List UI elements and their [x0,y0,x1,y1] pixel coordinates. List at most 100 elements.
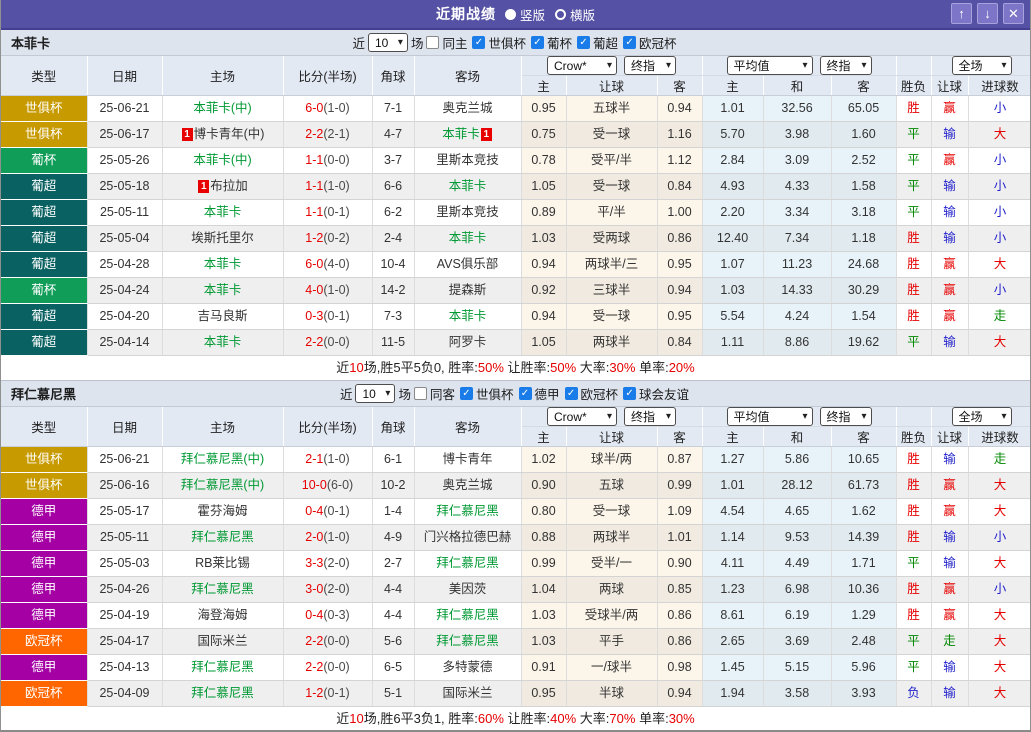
period-select[interactable]: 终指 ▾ [624,407,676,426]
bookmaker-select[interactable]: Crow* ▾ [547,407,617,426]
league-badge: 德甲 [1,654,88,681]
match-row: 葡杯 25-05-26 本菲卡(中) 1-1(0-0) 3-7 里斯本竞技 0.78 受平/半… [1,147,1030,174]
match-row: 德甲 25-04-26 拜仁慕尼黑 3-0(2-0) 4-4 美因茨 1.04 两球 0.85 1… [1,576,1030,603]
crow-away-odds: 0.84 [657,173,703,200]
league-checkbox-球会友谊[interactable]: ✓ [623,387,637,400]
move-down-button[interactable]: ↓ [977,3,998,24]
period-select[interactable]: 终指 ▾ [624,56,676,75]
sub-column-header: 胜负 [896,75,932,96]
league-checkbox-葡超[interactable]: ✓ [577,36,591,49]
home-team-name: 本菲卡 [203,205,242,219]
handicap-result-cell: 赢 [931,147,969,174]
away-team-cell: 里斯本竞技 [414,147,522,174]
corners-cell: 4-4 [372,576,415,603]
column-header: 比分(半场) [283,56,373,96]
home-team-cell: 拜仁慕尼黑(中) [162,472,284,499]
recent-count-select[interactable]: 10 ▾ [367,33,408,52]
home-team-name: 国际米兰 [197,634,248,648]
halftime-score: (0-0) [323,634,350,648]
recent-label: 近 [339,388,353,402]
sub-column-header: 主 [702,426,764,447]
avg-home-odds: 4.93 [702,173,764,200]
select-value: 10 [374,35,389,50]
league-checkbox-世俱杯[interactable]: ✓ [472,36,486,49]
league-checkbox-欧冠杯[interactable]: ✓ [623,36,637,49]
away-team-cell: 拜仁慕尼黑 [414,550,522,577]
score-cell: 1-2(0-1) [283,680,373,707]
match-row: 德甲 25-05-11 拜仁慕尼黑 2-0(1-0) 4-9 门兴格拉德巴赫 0.88 两球半… [1,524,1030,551]
crow-away-odds: 0.87 [657,446,703,473]
match-row: 德甲 25-04-19 海登海姆 0-4(0-3) 4-4 拜仁慕尼黑 1.03 受球半/两 0… [1,602,1030,629]
avg-home-odds: 5.54 [702,303,764,330]
sub-column-header: 和 [763,426,832,447]
goals-result-cell: 大 [968,602,1030,629]
avg-home-odds: 1.45 [702,654,764,681]
avg-draw-odds: 11.23 [763,251,832,278]
outcome-cell: 平 [896,173,932,200]
corners-cell: 6-1 [372,446,415,473]
radio-horizontal[interactable]: 横版 [555,5,595,24]
radio-icon [504,8,516,20]
home-team-cell: 本菲卡 [162,277,284,304]
outcome-cell: 平 [896,654,932,681]
crow-home-odds: 0.75 [521,121,567,148]
corners-cell: 1-4 [372,498,415,525]
league-checkbox-德甲[interactable]: ✓ [518,387,532,400]
move-up-button[interactable]: ↑ [951,3,972,24]
match-row: 葡超 25-04-20 吉马良斯 0-3(0-1) 7-3 本菲卡 0.94 受一球 0.95 5… [1,303,1030,330]
home-team-cell: 拜仁慕尼黑 [162,576,284,603]
period-select-2[interactable]: 终指 ▾ [819,407,872,426]
average-select[interactable]: 平均值 ▾ [726,407,813,426]
crow-away-odds: 1.01 [657,524,703,551]
chevron-down-icon: ▾ [385,388,391,399]
league-checkbox-世俱杯[interactable]: ✓ [459,387,473,400]
match-row: 葡超 25-04-14 本菲卡 2-2(0-0) 11-5 阿罗卡 1.05 两球半 0.84 1… [1,329,1030,356]
crow-home-odds: 0.95 [521,680,567,707]
chevron-down-icon: ▾ [802,411,808,422]
recent-count-select[interactable]: 10 ▾ [355,384,396,403]
avg-home-odds: 1.03 [702,277,764,304]
column-header: 主场 [162,407,284,447]
away-team-name: 奥克兰城 [442,101,493,115]
handicap-line: 受一球 [566,303,658,330]
date-cell: 25-04-14 [87,329,163,356]
league-checkbox-葡杯[interactable]: ✓ [531,36,544,49]
avg-away-odds: 1.60 [831,121,897,148]
average-select[interactable]: 平均值 ▾ [726,56,813,75]
avg-draw-odds: 14.33 [763,277,832,304]
fulltime-select[interactable]: 全场 ▾ [951,56,1012,75]
halftime-score: (1-0) [323,283,350,297]
league-checkbox-欧冠杯[interactable]: ✓ [564,387,578,400]
sub-column-header: 胜负 [896,426,932,447]
crow-away-odds: 0.94 [657,95,703,122]
select-value: 全场 [958,410,983,424]
score-cell: 6-0(1-0) [283,95,373,122]
handicap-result-cell: 输 [931,654,969,681]
avg-draw-odds: 5.15 [763,654,832,681]
avg-away-odds: 3.93 [831,680,897,707]
handicap-result-cell: 赢 [931,277,969,304]
bookmaker-select[interactable]: Crow* ▾ [547,56,617,75]
avg-draw-odds: 3.69 [763,628,832,655]
halftime-score: (0-1) [323,504,350,518]
close-button[interactable]: ✕ [1003,3,1024,24]
home-team-cell: 本菲卡 [162,329,284,356]
same-venue-checkbox[interactable] [426,36,440,49]
handicap-result-cell: 赢 [931,472,969,499]
sections-container: 本菲卡近 10 ▾ 场同主 ✓ 世俱杯 ✓ 葡杯 ✓ 葡超 ✓ 欧冠杯 类型 日期 主场 比分(半场) 角球 客场… [1,30,1030,730]
date-cell: 25-04-19 [87,602,163,629]
fulltime-select[interactable]: 全场 ▾ [951,407,1012,426]
halftime-score: (2-0) [323,556,350,570]
date-cell: 25-05-03 [87,550,163,577]
league-label: 葡超 [593,37,619,51]
home-team-name: 霍芬海姆 [197,504,248,518]
avg-draw-odds: 4.65 [763,498,832,525]
same-venue-checkbox[interactable] [413,387,427,400]
period-select-2[interactable]: 终指 ▾ [819,56,872,75]
home-team-name: 布拉加 [210,179,248,193]
home-team-name: 本菲卡 [203,257,242,271]
avg-home-odds: 8.61 [702,602,764,629]
avg-away-odds: 1.62 [831,498,897,525]
radio-vertical[interactable]: 竖版 [504,5,545,24]
corners-cell: 3-7 [372,147,415,174]
